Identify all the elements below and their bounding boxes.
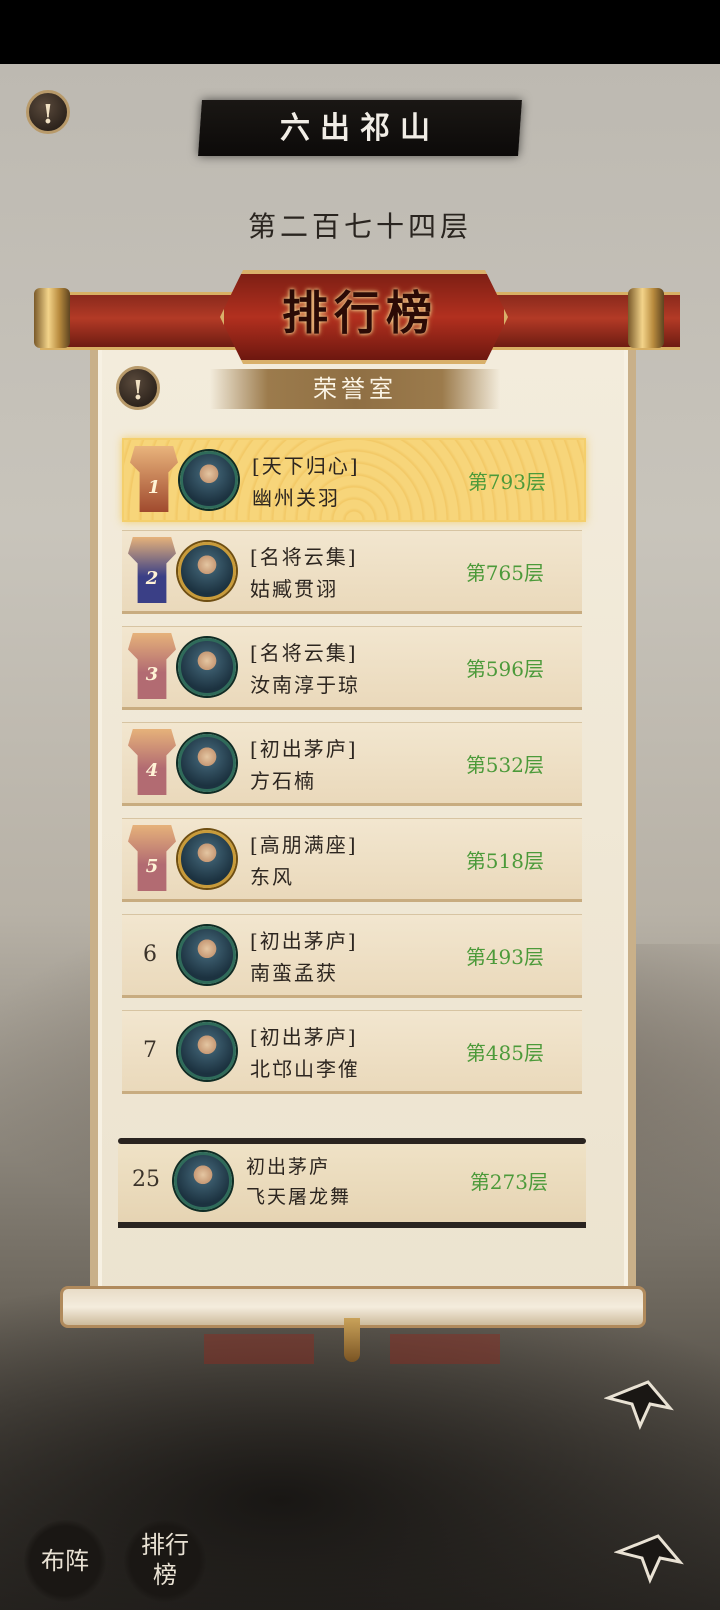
leaderboard-row-3[interactable]: 3 [名将云集] 汝南淳于琼 第596层 (122, 626, 582, 710)
hall-info-icon[interactable]: ! (116, 366, 160, 410)
player-floor: 第518层 (465, 849, 544, 873)
background-ruins (0, 1284, 720, 1610)
player-title: [初出茅庐] (250, 929, 358, 953)
my-rank-row[interactable]: 25 初出茅庐 飞天屠龙舞 第273层 (118, 1144, 586, 1228)
scroll-tassel (344, 1318, 360, 1362)
player-title: [名将云集] (250, 545, 358, 569)
arrow-down-right-icon[interactable] (614, 1532, 686, 1584)
current-floor-label: 第二百七十四层 (247, 210, 472, 243)
scroll-rod-cap-right (628, 288, 664, 348)
player-avatar[interactable] (178, 830, 236, 888)
player-title: [名将云集] (250, 641, 358, 665)
rank-number: 5 (145, 856, 159, 877)
player-avatar[interactable] (178, 926, 236, 984)
player-name: 南蛮孟获 (250, 961, 338, 985)
rank-number: 4 (145, 760, 159, 781)
player-avatar[interactable] (178, 734, 236, 792)
leaderboard-row-1[interactable]: 1 [天下归心] 幽州关羽 第793层 (122, 438, 586, 522)
player-floor: 第485层 (465, 1041, 544, 1065)
player-name: 方石楠 (250, 769, 316, 793)
my-name: 飞天屠龙舞 (246, 1186, 352, 1208)
player-name: 幽州关羽 (252, 486, 340, 510)
stage-title: 六出祁山 (280, 111, 440, 146)
sweep-button: 扫荡 (390, 1334, 500, 1364)
player-floor: 第793层 (467, 470, 546, 494)
formation-label: 布阵 (41, 1547, 89, 1575)
player-name: 姑臧贯诩 (250, 577, 338, 601)
leaderboard-row-6[interactable]: 6 [初出茅庐] 南蛮孟获 第493层 (122, 914, 582, 998)
leaderboard-title: 排行榜 (282, 286, 438, 340)
player-name: 汝南淳于琼 (250, 673, 360, 697)
leaderboard-row-7[interactable]: 7 [初出茅庐] 北邙山李傕 第485层 (122, 1010, 582, 1094)
player-title: [高朋满座] (250, 833, 358, 857)
player-avatar[interactable] (178, 1022, 236, 1080)
hall-label[interactable]: 荣誉室 (210, 369, 500, 409)
leaderboard-button[interactable]: 排行榜 (124, 1520, 206, 1602)
player-avatar[interactable] (178, 542, 236, 600)
my-avatar[interactable] (174, 1152, 232, 1210)
rank-number: 7 (143, 1038, 157, 1063)
rank-number: 3 (145, 664, 159, 685)
formation-button[interactable]: 布阵 (24, 1520, 106, 1602)
leaderboard-label: 排行榜 (141, 1531, 189, 1589)
my-title: 初出茅庐 (246, 1156, 331, 1178)
player-floor: 第493层 (465, 945, 544, 969)
player-avatar[interactable] (180, 451, 238, 509)
my-rank-number: 25 (132, 1167, 160, 1192)
player-name: 北邙山李傕 (250, 1057, 360, 1081)
status-bar (0, 0, 720, 64)
challenge-button: 挑战 (204, 1334, 314, 1364)
player-title: [初出茅庐] (250, 1025, 358, 1049)
rank-number: 2 (145, 568, 159, 589)
player-name: 东风 (250, 865, 294, 889)
player-floor: 第596层 (465, 657, 544, 681)
rank-number: 1 (147, 477, 161, 498)
scroll-rod-cap-left (34, 288, 70, 348)
player-title: [天下归心] (252, 454, 360, 478)
my-floor: 第273层 (469, 1170, 548, 1194)
player-floor: 第532层 (465, 753, 544, 777)
rank-number: 6 (143, 942, 157, 967)
player-avatar[interactable] (178, 638, 236, 696)
player-title: [初出茅庐] (250, 737, 358, 761)
info-icon[interactable]: ! (26, 90, 70, 134)
arrow-up-right-icon[interactable] (604, 1378, 676, 1430)
leaderboard-row-5[interactable]: 5 [高朋满座] 东风 第518层 (122, 818, 582, 902)
leaderboard-row-2[interactable]: 2 [名将云集] 姑臧贯诩 第765层 (122, 530, 582, 614)
leaderboard-row-4[interactable]: 4 [初出茅庐] 方石楠 第532层 (122, 722, 582, 806)
player-floor: 第765层 (465, 561, 544, 585)
